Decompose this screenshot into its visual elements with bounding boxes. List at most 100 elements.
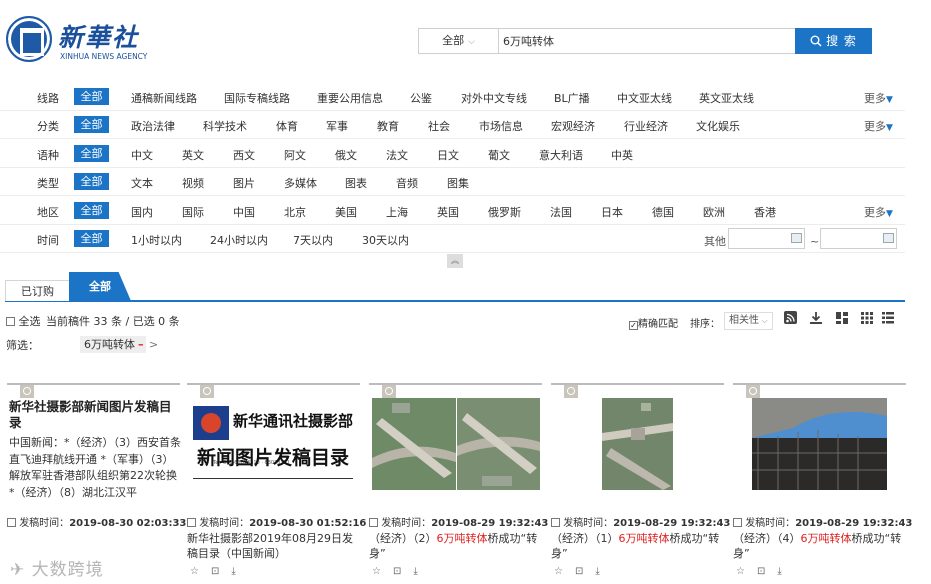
preview-icon[interactable]: ⊡ [211,566,219,577]
preview-icon[interactable]: ⊡ [757,566,765,577]
filter-option[interactable]: 24小时以内 [210,232,268,248]
filter-option[interactable]: 葡文 [488,147,510,163]
filter-option[interactable]: 北京 [284,204,306,220]
filter-option[interactable]: 法国 [550,204,572,220]
filter-option[interactable]: 香港 [754,204,776,220]
filter-option[interactable]: 法文 [386,147,408,163]
remove-filter-icon[interactable]: – [138,338,144,351]
date-end-input[interactable] [820,228,897,249]
download-icon[interactable]: ⤓ [231,566,235,577]
filter-more-button[interactable]: 更多▼ [864,118,893,134]
filter-option[interactable]: 英国 [437,204,459,220]
exact-match-checkbox[interactable]: 精确匹配 [629,315,678,330]
rss-icon[interactable] [784,311,798,325]
filter-option[interactable]: 图集 [447,175,469,191]
card-thumbnail[interactable] [733,398,906,490]
filter-option[interactable]: 宏观经济 [551,118,595,134]
filter-option[interactable]: 图片 [233,175,255,191]
filter-option[interactable]: 1小时以内 [131,232,182,248]
card-checkbox[interactable] [187,518,196,527]
filter-option[interactable]: 政治法律 [131,118,175,134]
date-start-input[interactable] [728,228,805,249]
filter-option[interactable]: 音频 [396,175,418,191]
filter-option[interactable]: 文化娱乐 [696,118,740,134]
card-checkbox[interactable] [733,518,742,527]
filter-option[interactable]: 7天以内 [293,232,333,248]
xinhua-logo[interactable]: 新華社 XINHUA NEWS AGENCY [6,14,147,66]
card-thumbnail[interactable] [551,398,724,490]
filter-option[interactable]: 德国 [652,204,674,220]
filter-more-button[interactable]: 更多▼ [864,204,893,220]
tab-all[interactable]: 全部 [69,272,131,301]
filter-option[interactable]: 公鉴 [410,90,432,106]
filter-option[interactable]: 欧洲 [703,204,725,220]
card-caption[interactable]: （经济）（1）6万吨转体桥成功“转身” [551,531,724,561]
filter-option[interactable]: 国际专稿线路 [224,90,290,106]
collapse-filters-icon[interactable]: ︽ [447,254,463,268]
search-button[interactable]: 搜 索 [795,28,872,54]
filter-option[interactable]: 教育 [377,118,399,134]
filter-option[interactable]: 中文亚太线 [617,90,672,106]
filter-all-button[interactable]: 全部 [74,202,109,219]
list-view-icon[interactable] [881,311,895,325]
card-caption[interactable]: （经济）（2）6万吨转体桥成功“转身” [369,531,542,561]
tab-subscribed[interactable]: 已订购 [5,280,70,301]
filter-option[interactable]: 日文 [437,147,459,163]
filter-option[interactable]: 俄罗斯 [488,204,521,220]
result-card[interactable]: 发稿时间：2019-08-29 19:32:43 （经济）（2）6万吨转体桥成功… [369,383,548,583]
card-checkbox[interactable] [7,518,16,527]
card-checkbox[interactable] [551,518,560,527]
filter-option[interactable]: 科学技术 [203,118,247,134]
filter-option[interactable]: 体育 [276,118,298,134]
filter-option[interactable]: 国际 [182,204,204,220]
filter-option[interactable]: 社会 [428,118,450,134]
filter-all-button[interactable]: 全部 [74,173,109,190]
filter-option[interactable]: 通稿新闻线路 [131,90,197,106]
card-caption[interactable]: （经济）（4）6万吨转体桥成功“转身” [733,531,906,561]
filter-option[interactable]: 西文 [233,147,255,163]
grid-large-view-icon[interactable] [835,311,849,325]
filter-option[interactable]: 英文亚太线 [699,90,754,106]
calendar-icon[interactable] [791,233,802,243]
filter-all-button[interactable]: 全部 [74,230,109,247]
card-title[interactable]: 新华社摄影部新闻图片发稿目录 [9,399,181,431]
filter-option[interactable]: 英文 [182,147,204,163]
calendar-icon[interactable] [883,233,894,243]
result-card[interactable]: 发稿时间：2019-08-29 19:32:43 （经济）（1）6万吨转体桥成功… [551,383,730,583]
filter-option[interactable]: 文本 [131,175,153,191]
filter-option[interactable]: 中英 [611,147,633,163]
download-icon[interactable]: ⤓ [413,566,417,577]
filter-option[interactable]: 日本 [601,204,623,220]
filter-option[interactable]: BL广播 [554,90,590,106]
download-icon[interactable]: ⤓ [595,566,599,577]
favorite-icon[interactable]: ☆ [372,566,381,577]
filter-more-button[interactable]: 更多▼ [864,90,893,106]
filter-option[interactable]: 市场信息 [479,118,523,134]
result-card[interactable]: Tel: 010-63073310 · 63073321 新华通讯社摄影部 新闻… [187,383,366,583]
filter-option[interactable]: 中文 [131,147,153,163]
card-checkbox[interactable] [369,518,378,527]
grid-view-icon[interactable] [860,311,874,325]
select-all-checkbox[interactable]: 全选 [6,313,41,329]
filter-all-button[interactable]: 全部 [74,88,109,105]
filter-option[interactable]: 行业经济 [624,118,668,134]
filter-option[interactable]: 国内 [131,204,153,220]
filter-option[interactable]: 图表 [345,175,367,191]
favorite-icon[interactable]: ☆ [736,566,745,577]
filter-option[interactable]: 军事 [326,118,348,134]
preview-icon[interactable]: ⊡ [575,566,583,577]
filter-option[interactable]: 重要公用信息 [317,90,383,106]
favorite-icon[interactable]: ☆ [190,566,199,577]
result-card[interactable]: 新华社摄影部新闻图片发稿目录 中国新闻：*（经济）（3）西安首条直飞迪拜航线开通… [7,383,186,583]
filter-all-button[interactable]: 全部 [74,145,109,162]
search-scope-select[interactable]: 全部 ⌵ [419,29,499,53]
card-caption[interactable]: 新华社摄影部2019年08月29日发稿目录（中国新闻） [187,531,360,561]
card-thumbnail[interactable]: Tel: 010-63073310 · 63073321 新华通讯社摄影部 新闻… [187,398,360,490]
card-thumbnail[interactable] [369,398,542,490]
filter-option[interactable]: 多媒体 [284,175,317,191]
filter-option[interactable]: 意大利语 [539,147,583,163]
result-card[interactable]: 发稿时间：2019-08-29 19:32:43 （经济）（4）6万吨转体桥成功… [733,383,912,583]
filter-option[interactable]: 俄文 [335,147,357,163]
search-input[interactable] [499,29,797,53]
favorite-icon[interactable]: ☆ [554,566,563,577]
